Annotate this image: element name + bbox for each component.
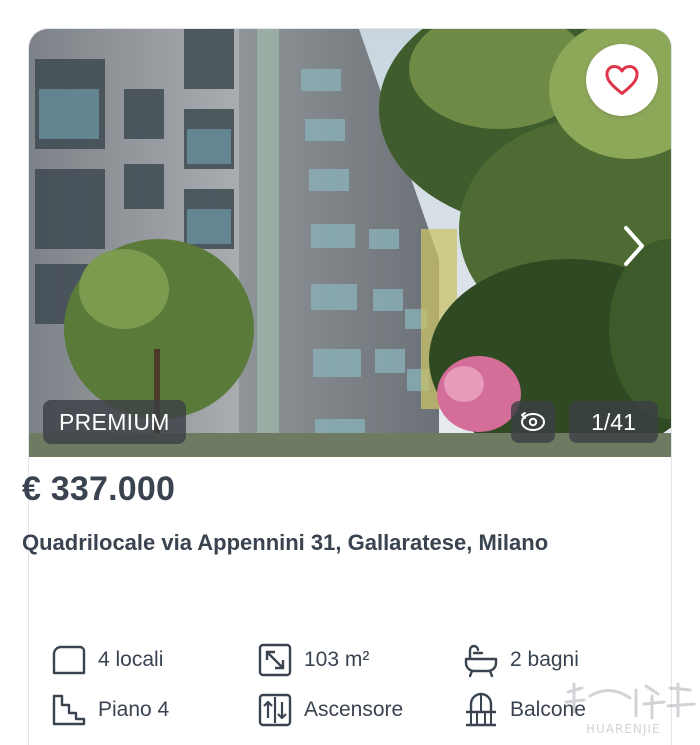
- feature-rooms-label: 4 locali: [98, 648, 164, 671]
- next-photo-button[interactable]: [619, 221, 649, 271]
- stairs-icon: [50, 691, 88, 729]
- watermark-text: HUARENJIE: [586, 722, 661, 736]
- feature-area-label: 103 m²: [304, 648, 370, 671]
- balcony-icon: [462, 691, 500, 729]
- favorite-button[interactable]: [586, 44, 658, 116]
- view-360-icon: [521, 412, 545, 431]
- building-photo: [29, 29, 671, 457]
- feature-bathrooms-label: 2 bagni: [510, 648, 579, 671]
- feature-area: 103 m²: [256, 641, 369, 679]
- chevron-right-icon: [624, 226, 644, 266]
- listing-card[interactable]: PREMIUM 1/41: [28, 28, 672, 745]
- feature-bathrooms: 2 bagni: [462, 641, 579, 679]
- feature-floor: Piano 4: [50, 691, 169, 729]
- photo-counter: 1/41: [569, 401, 658, 443]
- area-icon: [256, 641, 294, 679]
- feature-elevator-label: Ascensore: [304, 698, 404, 721]
- listing-photo[interactable]: PREMIUM 1/41: [29, 29, 671, 457]
- watermark-logo: HUARENJIE: [560, 682, 700, 742]
- feature-rooms: 4 locali: [50, 641, 163, 679]
- elevator-icon: [256, 691, 294, 729]
- listing-title[interactable]: Quadrilocale via Appennini 31, Gallarate…: [22, 528, 582, 557]
- feature-elevator: Ascensore: [256, 691, 403, 729]
- listing-price: € 337.000: [22, 470, 176, 508]
- virtual-tour-button[interactable]: [511, 401, 555, 443]
- bathtub-icon: [462, 641, 500, 679]
- feature-floor-label: Piano 4: [98, 698, 170, 721]
- heart-icon: [605, 65, 639, 95]
- rooms-icon: [50, 641, 88, 679]
- premium-badge: PREMIUM: [43, 400, 186, 444]
